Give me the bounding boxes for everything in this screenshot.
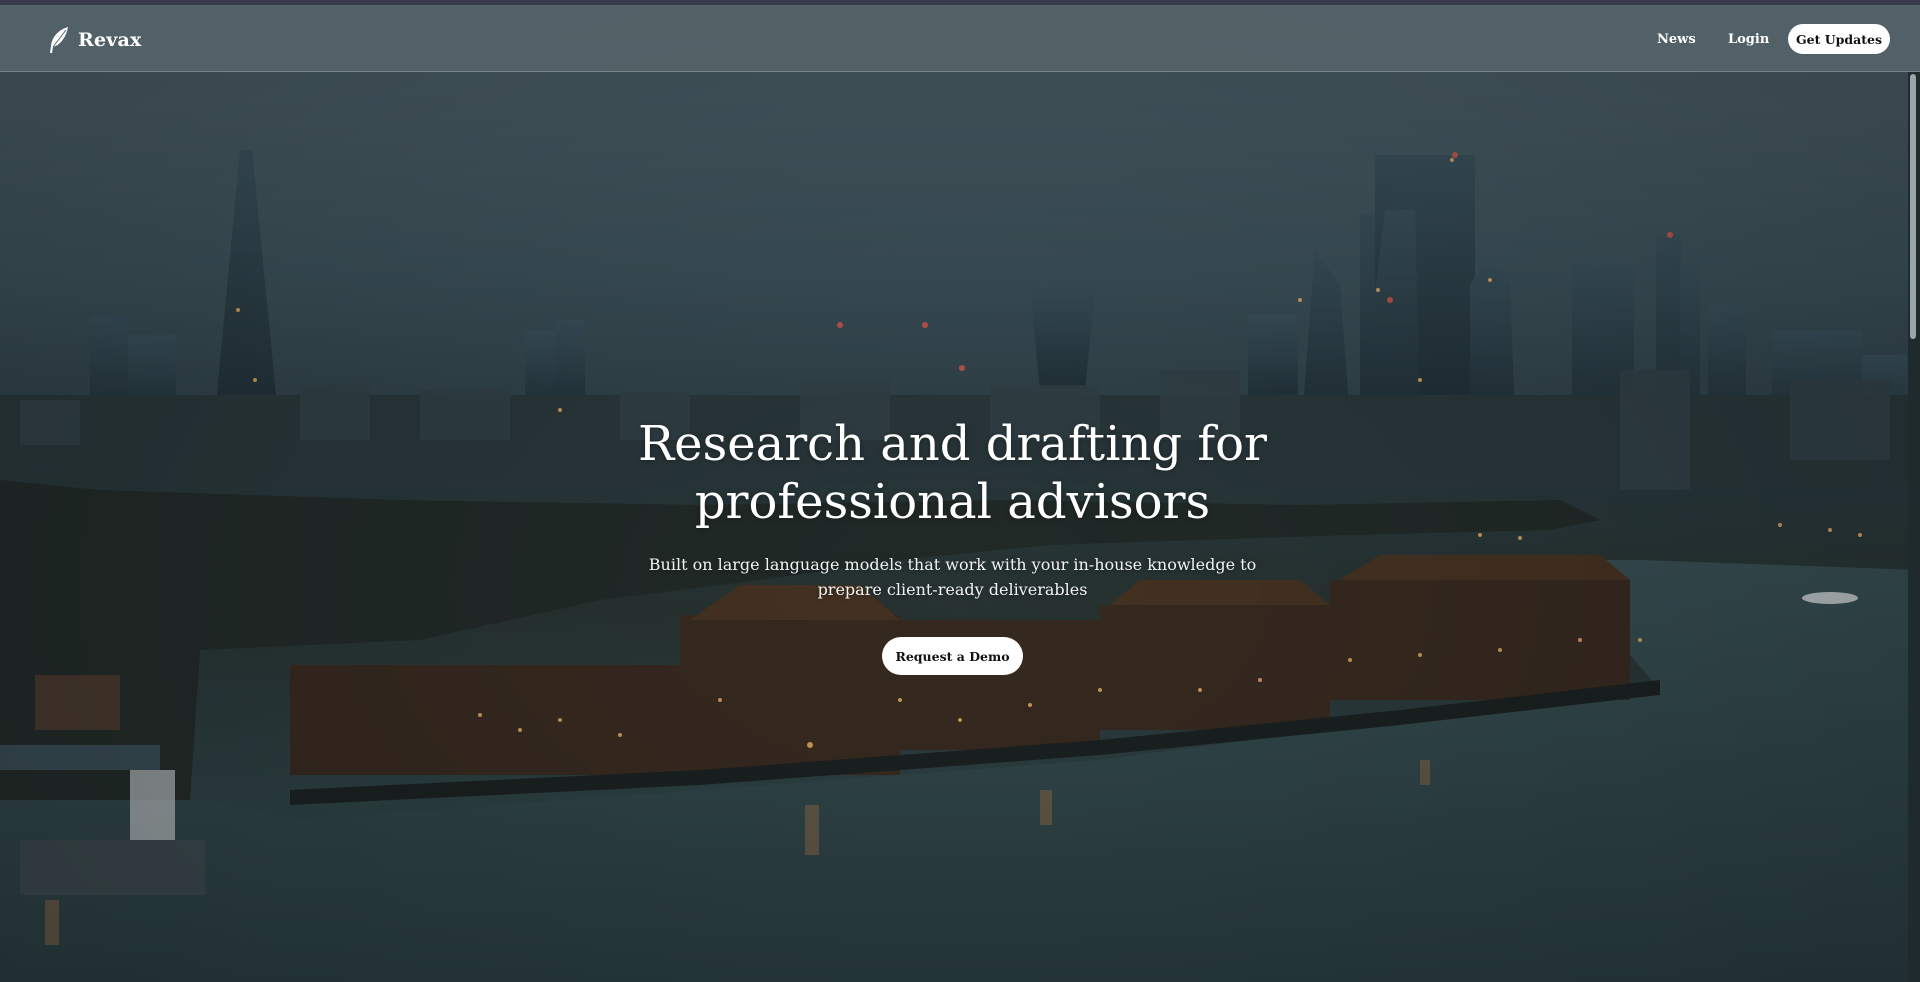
brand-logo-link[interactable]: Revax [48,25,142,55]
page-scrollbar[interactable] [1908,72,1920,982]
get-updates-button[interactable]: Get Updates [1788,24,1890,54]
scrollbar-thumb[interactable] [1910,74,1916,339]
brand-name: Revax [78,29,142,51]
feather-icon [48,26,70,54]
request-demo-button[interactable]: Request a Demo [882,637,1023,675]
hero-section: Research and drafting for professional a… [0,0,1920,982]
top-navigation: Revax News Login Get Updates [0,5,1920,72]
hero-headline: Research and drafting for professional a… [638,416,1267,530]
hero-subheadline: Built on large language models that work… [648,555,1257,599]
nav-link-news[interactable]: News [1657,32,1696,47]
nav-link-login[interactable]: Login [1728,32,1769,47]
